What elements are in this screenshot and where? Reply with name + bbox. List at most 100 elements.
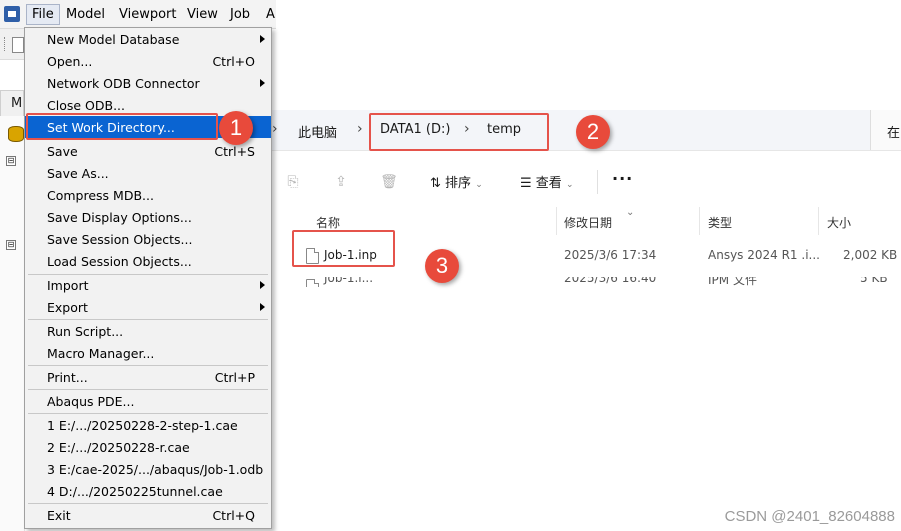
column-size[interactable]: 大小 [827,214,851,231]
file-name: Job-1.i... [324,277,374,285]
submenu-arrow-icon [260,35,265,43]
menu-item-label: 1 E:/.../20250228-2-step-1.cae [47,418,238,433]
menu-item-import[interactable]: Import [25,274,271,296]
menu-item-label: Exit [47,508,71,523]
step-badge-2: 2 [576,115,610,149]
menu-item-label: 3 E:/cae-2025/.../abaqus/Job-1.odb [47,462,264,477]
submenu-arrow-icon [260,79,265,87]
menu-item-save-display-options[interactable]: Save Display Options... [25,206,271,228]
menu-item-shortcut: Ctrl+Q [212,508,255,523]
tab-model-label: M [11,96,23,111]
menu-item-new-model-database[interactable]: New Model Database [25,28,271,50]
toolbar-divider [597,170,598,194]
toolbar-new-icon[interactable] [12,37,24,53]
file-modified: 2025/3/6 16:40 [564,277,657,285]
menu-item-run-script[interactable]: Run Script... [25,320,271,342]
menu-item-label: Export [47,300,88,315]
step-badge-3: 3 [425,249,459,283]
abaqus-app-icon[interactable] [4,6,20,22]
table-row[interactable]: Job-1.i... 2025/3/6 16:40 IPM 文件 5 KB [270,277,901,287]
menu-item-label: Save [47,144,78,159]
tree-collapse-icon[interactable]: ⊟ [6,156,16,166]
highlight-inp-file [292,230,395,267]
file-size: 2,002 KB [843,248,898,262]
breadcrumb-separator: › [357,121,363,137]
menu-item-label: Close ODB... [47,98,125,113]
menu-bar: File Model Viewport View Job A [0,0,276,29]
menu-item-recent-2[interactable]: 2 E:/.../20250228-r.cae [25,436,271,458]
delete-icon[interactable]: 🗑 [380,173,398,191]
menu-viewport[interactable]: Viewport [119,7,177,22]
sort-button[interactable]: ⇅ 排序 ⌄ [430,172,483,191]
menu-item-label: Import [47,278,89,293]
highlight-address-path [369,113,549,151]
menu-item-label: Save Display Options... [47,210,192,225]
search-box[interactable]: 在 [870,110,901,150]
menu-item-label: Run Script... [47,324,124,339]
menu-item-shortcut: Ctrl+P [214,370,255,385]
menu-item-label: Macro Manager... [47,346,155,361]
share-icon[interactable]: ⇪ [332,173,350,191]
file-size: 5 KB [860,277,888,285]
view-label: 查看 [535,176,562,191]
watermark: CSDN @2401_82604888 [724,508,895,525]
column-divider[interactable] [556,207,557,235]
menu-item-print[interactable]: Print... Ctrl+P [25,366,271,388]
search-placeholder: 在 [887,126,901,141]
menu-item-abaqus-pde[interactable]: Abaqus PDE... [25,390,271,412]
menu-view[interactable]: View [187,7,218,22]
highlight-set-work-directory [26,113,218,140]
menu-item-macro-manager[interactable]: Macro Manager... [25,342,271,364]
menu-item-label: Print... [47,370,88,385]
menu-item-label: Save Session Objects... [47,232,193,247]
menu-job[interactable]: Job [230,7,250,22]
menu-truncated[interactable]: A [266,7,275,22]
menu-item-recent-3[interactable]: 3 E:/cae-2025/.../abaqus/Job-1.odb [25,458,271,480]
menu-model[interactable]: Model [66,7,105,22]
menu-item-shortcut: Ctrl+S [214,144,255,159]
menu-item-label: Open... [47,54,93,69]
tab-model[interactable]: M [0,90,24,116]
breadcrumb-separator: › [272,121,278,137]
menu-item-label: Load Session Objects... [47,254,192,269]
more-options-icon[interactable]: ··· [612,169,633,188]
column-divider[interactable] [818,207,819,235]
sort-direction-icon: ⌄ [626,207,635,218]
explorer-command-bar: ⎘ ⇪ 🗑 ⇅ 排序 ⌄ ☰ 查看 ⌄ ··· [270,160,901,204]
menu-item-label: Network ODB Connector [47,76,200,91]
menu-item-label: New Model Database [47,32,180,47]
view-button[interactable]: ☰ 查看 ⌄ [520,172,574,191]
column-modified[interactable]: 修改日期 [564,214,612,231]
menu-item-save-session-objects[interactable]: Save Session Objects... [25,228,271,250]
model-tree-panel: M ⊟ ⊟ [0,90,25,531]
menu-file[interactable]: File [26,4,60,25]
menu-item-label: 2 E:/.../20250228-r.cae [47,440,190,455]
file-menu-dropdown: New Model Database Open... Ctrl+O Network… [24,27,272,529]
menu-item-recent-1[interactable]: 1 E:/.../20250228-2-step-1.cae [25,414,271,436]
menu-item-load-session-objects[interactable]: Load Session Objects... [25,250,271,272]
file-modified: 2025/3/6 17:34 [564,248,657,262]
sort-label: 排序 [445,176,472,191]
submenu-arrow-icon [260,303,265,311]
menu-item-compress-mdb[interactable]: Compress MDB... [25,184,271,206]
menu-item-exit[interactable]: Exit Ctrl+Q [25,504,271,526]
abaqus-toolbar [0,29,24,60]
column-divider[interactable] [699,207,700,235]
menu-item-label: Compress MDB... [47,188,154,203]
tree-collapse-icon[interactable]: ⊟ [6,240,16,250]
menu-item-open[interactable]: Open... Ctrl+O [25,50,271,72]
menu-item-network-odb-connector[interactable]: Network ODB Connector [25,72,271,94]
column-name[interactable]: 名称 [316,214,340,231]
file-type: Ansys 2024 R1 .i... [708,248,820,262]
database-icon [8,126,24,142]
menu-item-save-as[interactable]: Save As... [25,162,271,184]
column-type[interactable]: 类型 [708,214,732,231]
menu-item-recent-4[interactable]: 4 D:/.../20250225tunnel.cae [25,480,271,502]
breadcrumb-this-pc[interactable]: 此电脑 [298,122,337,141]
toolbar-grip[interactable] [4,37,7,51]
menu-item-label: Save As... [47,166,109,181]
menu-item-label: 4 D:/.../20250225tunnel.cae [47,484,223,499]
rename-icon[interactable]: ⎘ [284,173,302,191]
file-icon [306,279,319,287]
menu-item-export[interactable]: Export [25,296,271,318]
